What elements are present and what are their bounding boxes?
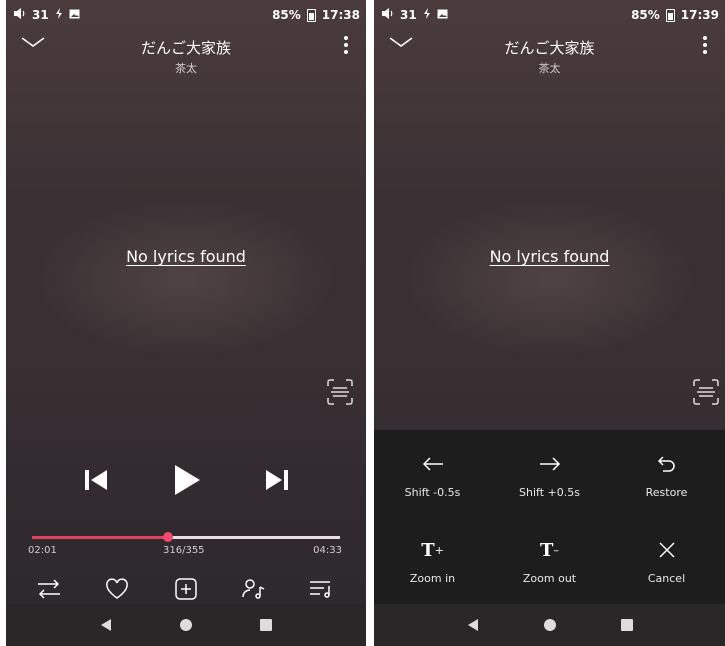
now-playing-header: だんご大家族 茶太 (374, 32, 725, 82)
playback-controls (6, 460, 366, 500)
seek-bar-fill (32, 536, 169, 539)
system-nav-bar (6, 604, 366, 646)
artist-icon[interactable] (239, 575, 269, 603)
restore-label: Restore (645, 486, 688, 499)
zoom-in-button[interactable]: T + Zoom in (374, 538, 491, 586)
play-icon[interactable] (167, 460, 207, 500)
repeat-icon[interactable] (34, 575, 64, 603)
cancel-button[interactable]: Cancel (608, 538, 725, 585)
home-nav-icon[interactable] (176, 615, 196, 635)
artist-name: 茶太 (538, 62, 561, 75)
shift-forward-label: Shift +0.5s (519, 486, 580, 499)
back-nav-icon[interactable] (96, 615, 116, 635)
player-screen-right: 31 85% 17:39 だんご大家族 茶太 No lyrics found S… (374, 0, 725, 646)
arrow-left-icon (422, 452, 444, 476)
no-lyrics-message[interactable]: No lyrics found (374, 247, 725, 266)
volume-level: 31 (400, 8, 417, 22)
close-icon (658, 538, 676, 562)
add-to-playlist-icon[interactable] (171, 575, 201, 603)
heart-icon[interactable] (102, 575, 132, 603)
previous-icon[interactable] (76, 460, 116, 500)
flash-icon (423, 8, 431, 22)
arrow-right-icon (539, 452, 561, 476)
restore-button[interactable]: Restore (608, 452, 725, 499)
more-icon[interactable] (340, 34, 352, 58)
image-icon (69, 8, 80, 22)
zoom-out-button[interactable]: T – Zoom out (491, 538, 608, 586)
shift-forward-button[interactable]: Shift +0.5s (491, 452, 608, 499)
zoom-in-label: Zoom in (409, 572, 456, 585)
queue-icon[interactable] (306, 575, 336, 603)
status-bar: 31 85% 17:39 (374, 0, 725, 30)
home-nav-icon[interactable] (540, 615, 560, 635)
now-playing-header: だんご大家族 茶太 (6, 32, 366, 82)
battery-percent: 85% (272, 8, 301, 22)
battery-percent: 85% (631, 8, 660, 22)
recents-nav-icon[interactable] (617, 615, 637, 635)
no-lyrics-message[interactable]: No lyrics found (6, 247, 366, 266)
zoom-out-label: Zoom out (522, 572, 577, 585)
total-time: 04:33 (313, 545, 342, 556)
more-icon[interactable] (699, 34, 711, 58)
system-nav-bar (374, 604, 725, 646)
cancel-label: Cancel (647, 572, 686, 585)
battery-icon (665, 8, 675, 22)
battery-icon (306, 8, 316, 22)
recents-nav-icon[interactable] (256, 615, 276, 635)
elapsed-time: 02:01 (28, 545, 57, 556)
shift-back-button[interactable]: Shift -0.5s (374, 452, 491, 499)
status-bar: 31 85% 17:38 (6, 0, 366, 30)
next-icon[interactable] (257, 460, 297, 500)
lyrics-adjust-sheet: Shift -0.5s Shift +0.5s Restore T + Zoom … (374, 430, 725, 604)
queue-position: 316/355 (163, 545, 205, 556)
restore-icon (657, 452, 677, 476)
text-bigger-icon: T + (421, 539, 444, 561)
flash-icon (55, 8, 63, 22)
player-screen-left: 31 85% 17:38 だんご大家族 茶太 No lyrics found 0… (6, 0, 366, 646)
back-nav-icon[interactable] (463, 615, 483, 635)
background-glow (404, 200, 695, 360)
volume-icon (382, 8, 394, 22)
image-icon (437, 8, 448, 22)
volume-level: 31 (32, 8, 49, 22)
text-smaller-icon: T – (540, 539, 559, 561)
bottom-actions (6, 575, 366, 605)
song-title: だんご大家族 (504, 39, 595, 57)
seek-bar[interactable] (32, 532, 340, 542)
seek-thumb[interactable] (163, 532, 174, 542)
clock: 17:39 (680, 8, 719, 22)
background-glow (36, 200, 336, 360)
scan-icon[interactable] (326, 378, 354, 406)
shift-back-label: Shift -0.5s (404, 486, 461, 499)
volume-icon (14, 8, 26, 22)
scan-icon[interactable] (692, 378, 720, 406)
clock: 17:38 (321, 8, 360, 22)
artist-name: 茶太 (175, 62, 197, 75)
song-title: だんご大家族 (140, 39, 231, 57)
